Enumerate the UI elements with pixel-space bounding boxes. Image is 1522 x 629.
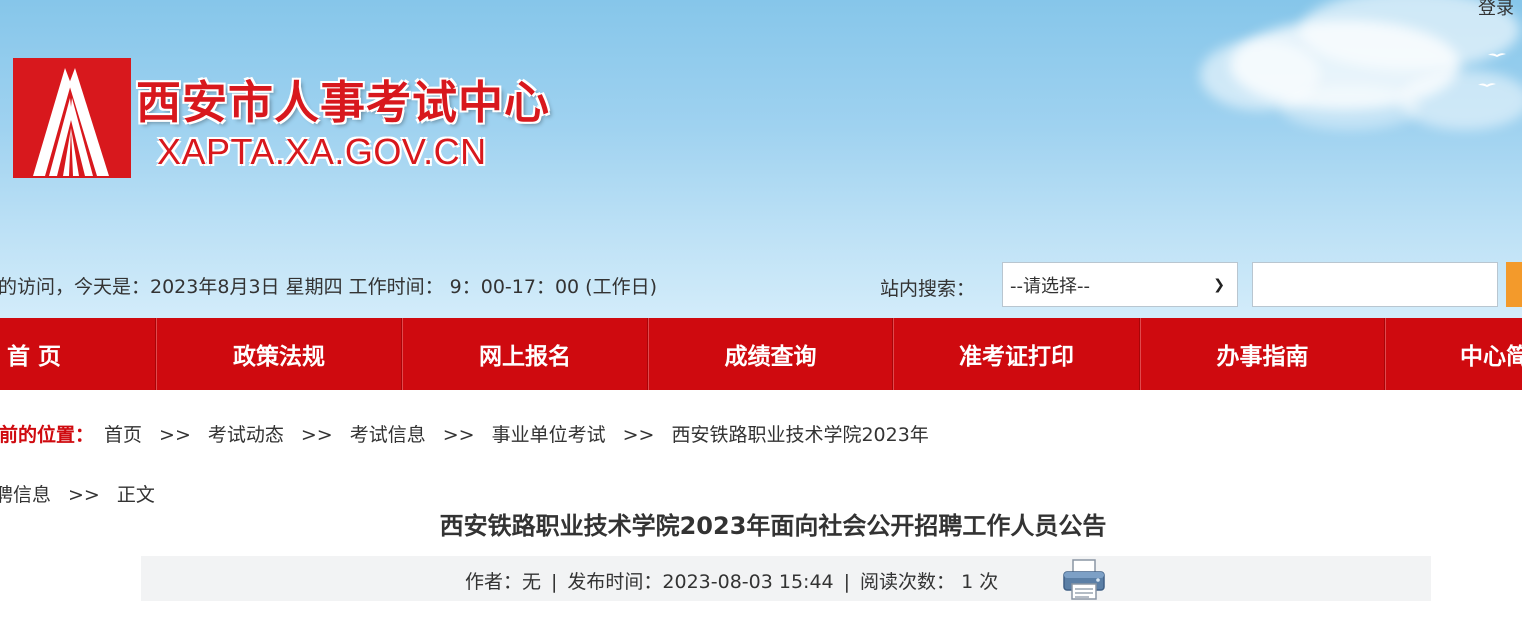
site-domain: XAPTA.XA.GOV.CN xyxy=(157,131,487,172)
search-input[interactable] xyxy=(1252,262,1498,307)
header-banner: 登录 西安市人事考试中心 XAPTA.XA.GOV.CN 的访问，今天是：202… xyxy=(0,0,1522,318)
nav-divider xyxy=(1384,318,1386,390)
breadcrumb-link[interactable]: 聘信息 xyxy=(0,484,51,506)
nav-item-scores[interactable]: 成绩查询 xyxy=(649,318,892,390)
breadcrumb: 当前的位置： 首页 >> 考试动态 >> 考试信息 >> 事业单位考试 >> 西安铁路职业技术学院… xyxy=(0,420,929,448)
breadcrumb-link[interactable]: 考试信息 xyxy=(350,424,426,446)
search-label: 站内搜索： xyxy=(880,278,976,300)
login-link[interactable]: 登录 xyxy=(1478,0,1514,20)
article-read-count: 阅读次数： 1 次 xyxy=(860,571,999,593)
breadcrumb-continued: 聘信息 >> 正文 xyxy=(0,480,155,508)
nav-item-home[interactable]: 首 页 xyxy=(0,318,72,390)
breadcrumb-link[interactable]: 事业单位考试 xyxy=(492,424,606,446)
article-author: 作者：无 xyxy=(465,571,542,593)
site-name: 西安市人事考试中心 xyxy=(136,76,551,129)
breadcrumb-separator: >> xyxy=(300,424,333,446)
meta-divider: | xyxy=(551,571,558,593)
search-select-value: --请选择-- xyxy=(1010,275,1090,297)
bird-icon xyxy=(1478,82,1496,87)
search-button[interactable] xyxy=(1506,262,1522,307)
nav-item-policy[interactable]: 政策法规 xyxy=(157,318,401,390)
logo-icon[interactable] xyxy=(13,58,131,178)
breadcrumb-label: 当前的位置： xyxy=(0,424,95,446)
welcome-text: 的访问，今天是：2023年8月3日 星期四 工作时间： 9：00-17：00 (… xyxy=(0,276,657,298)
nav-item-admission-ticket[interactable]: 准考证打印 xyxy=(894,318,1139,390)
breadcrumb-link[interactable]: 首页 xyxy=(104,424,142,446)
breadcrumb-current: 正文 xyxy=(116,484,155,506)
meta-divider: | xyxy=(843,571,851,593)
breadcrumb-separator: >> xyxy=(159,424,191,446)
breadcrumb-separator: >> xyxy=(622,424,655,446)
cloud-decoration xyxy=(1400,70,1522,130)
breadcrumb-link[interactable]: 考试动态 xyxy=(208,424,284,446)
printer-icon[interactable] xyxy=(1061,557,1107,601)
nav-item-about[interactable]: 中心简 xyxy=(1410,318,1522,390)
breadcrumb-separator: >> xyxy=(442,424,475,446)
article-meta: 作者：无 | 发布时间：2023-08-03 15:44 | 阅读次数： 1 次 xyxy=(465,567,998,594)
breadcrumb-link[interactable]: 西安铁路职业技术学院2023年 xyxy=(671,424,928,446)
bird-icon xyxy=(1488,52,1506,57)
article-title: 西安铁路职业技术学院2023年面向社会公开招聘工作人员公告 xyxy=(439,512,1107,540)
chevron-down-icon: ❯ xyxy=(1213,276,1225,293)
main-nav: 首 页 政策法规 网上报名 成绩查询 准考证打印 办事指南 中心简 xyxy=(0,318,1522,390)
cloud-decoration xyxy=(1280,85,1420,130)
breadcrumb-separator: >> xyxy=(68,484,100,506)
article-publish-time: 发布时间：2023-08-03 15:44 xyxy=(567,571,834,593)
nav-item-guide[interactable]: 办事指南 xyxy=(1141,318,1384,390)
nav-item-register[interactable]: 网上报名 xyxy=(403,318,647,390)
search-category-select[interactable]: --请选择-- ❯ xyxy=(1002,262,1238,307)
